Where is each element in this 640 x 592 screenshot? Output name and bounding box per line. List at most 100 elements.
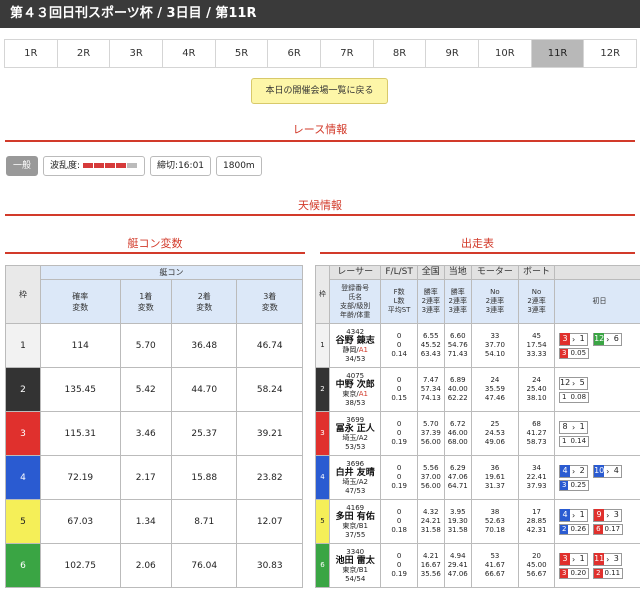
- race-tab-5R[interactable]: 5R: [215, 40, 269, 67]
- tenji-pill: 4 › 2: [559, 464, 589, 478]
- stat-value: 24: [490, 376, 500, 384]
- tenji-course: 3: [560, 553, 570, 565]
- racer-branch-text: 埼玉/A2: [342, 433, 368, 442]
- race-tab-6R[interactable]: 6R: [268, 40, 322, 67]
- stat-value: 7.47: [423, 376, 439, 384]
- tenji-rank: 5: [579, 378, 585, 387]
- stat-cell: 6.60 54.76 71.43: [443, 323, 472, 368]
- kcon-first-cell: 5.70: [119, 323, 173, 368]
- race-tab-1R[interactable]: 1R: [5, 40, 58, 67]
- racer-name[interactable]: 谷野 錬志: [330, 336, 380, 346]
- stat-value: 49.06: [484, 438, 505, 446]
- stat-cell: 20 45.00 56.67: [518, 543, 555, 588]
- racer-age: 34/53: [345, 354, 366, 363]
- tenji-st-time: 0.26: [570, 524, 587, 533]
- race-tab-8R[interactable]: 8R: [373, 40, 427, 67]
- race-tab-11R[interactable]: 11R: [531, 40, 585, 67]
- racer-age: 37/55: [345, 530, 366, 539]
- wave-bar: [116, 163, 127, 168]
- racer-name[interactable]: 多田 有佑: [330, 512, 380, 522]
- racer-cell[interactable]: 3699 冨永 正人 埼玉/A2 53/53: [328, 411, 382, 456]
- racer-name[interactable]: 冨永 正人: [330, 424, 380, 434]
- chevron-right-icon: ›: [572, 554, 576, 564]
- fl-st-cell: 0 0 0.19: [380, 455, 418, 500]
- kcon-second-cell: 8.71: [170, 499, 238, 544]
- section-weather: 天候情報: [298, 199, 342, 212]
- fl-st-value: 0: [396, 552, 402, 560]
- tenji-row: 3 › 1 3 0.05 12 › 6: [559, 332, 640, 359]
- race-tab-3R[interactable]: 3R: [110, 40, 164, 67]
- entry-row: 6 3340 池田 雷太 東京/B1 54/54 0 0 0.19 4.21 16.67 35.56…: [315, 543, 640, 588]
- race-tab-2R[interactable]: 2R: [57, 40, 111, 67]
- kcon-prob-cell: 72.19: [40, 455, 121, 500]
- chevron-right-icon: ›: [606, 510, 610, 520]
- tenji-pill: 3 › 1: [559, 552, 589, 566]
- tenji-row: 4 › 2 3 0.25 10 › 4: [559, 464, 640, 491]
- tenji-rank: 1: [579, 554, 585, 563]
- kcon-second-cell: 15.88: [170, 455, 238, 500]
- racer-branch-text: 静岡/: [342, 345, 359, 354]
- race-tab-4R[interactable]: 4R: [163, 40, 216, 67]
- kcon-col-header: 2着 変数: [170, 279, 238, 324]
- kcon-col-header: 確率 変数: [40, 279, 121, 324]
- tenji-course: 3: [560, 333, 570, 345]
- back-to-venues-button[interactable]: 本日の開催会場一覧に戻る: [251, 78, 388, 104]
- racer-name[interactable]: 池田 雷太: [330, 556, 380, 566]
- racer-branch-text: 埼玉/A2: [342, 477, 368, 486]
- stat-value: 37.39: [420, 429, 441, 437]
- kcon-table: 枠 艇コン 確率 変数 1着 変数 2着 変数 3着 変数 1 114 5.70 36.48…: [5, 265, 303, 588]
- stat-value: 38.10: [526, 394, 547, 402]
- fl-st-value: 0.15: [391, 394, 407, 402]
- fl-st-value: 0.19: [391, 482, 407, 490]
- tenji-cell: 3 › 1 3 0.05 12 › 6: [554, 323, 640, 368]
- stat-value: 71.43: [447, 350, 468, 358]
- fl-st-cell: 0 0 0.15: [380, 367, 418, 412]
- waku-cell: 3: [5, 411, 41, 456]
- race-tab-9R[interactable]: 9R: [426, 40, 480, 67]
- racer-cell[interactable]: 3696 白井 友晴 埼玉/A2 47/53: [328, 455, 382, 500]
- stat-cell: 5.70 37.39 56.00: [416, 411, 445, 456]
- stat-value: 25.40: [526, 385, 547, 393]
- racer-name[interactable]: 中野 次郎: [330, 380, 380, 390]
- race-tab-7R[interactable]: 7R: [321, 40, 374, 67]
- entries-header: F/L/ST: [380, 265, 418, 280]
- race-tab-10R[interactable]: 10R: [479, 40, 532, 67]
- tenji-st: 1 0.14: [559, 435, 590, 447]
- racer-age: 47/53: [345, 486, 366, 495]
- stat-value: 41.67: [484, 561, 505, 569]
- stat-value: 47.06: [447, 570, 468, 578]
- fl-st-value: 0: [396, 464, 402, 472]
- tenji-result: 9 › 3 6 0.17: [593, 508, 624, 535]
- fl-st-value: 0: [396, 376, 402, 384]
- stat-value: 4.32: [423, 508, 439, 516]
- kcon-first-cell: 5.42: [119, 367, 173, 412]
- racer-cell[interactable]: 4169 多田 有佑 東京/B1 37/55: [328, 499, 382, 544]
- tenji-pill: 8 › 1: [559, 420, 589, 434]
- divider: [5, 140, 635, 142]
- tenji-course: 11: [594, 553, 605, 565]
- tenji-course: 9: [594, 509, 605, 521]
- entry-row: 4 3696 白井 友晴 埼玉/A2 47/53 0 0 0.19 5.56 37.00 56.00…: [315, 455, 640, 500]
- stat-value: 24: [532, 376, 541, 384]
- stat-cell: 7.47 57.34 74.13: [416, 367, 445, 412]
- tenji-rank: 1: [579, 422, 585, 431]
- kcon-third-cell: 30.83: [236, 543, 303, 588]
- racer-cell[interactable]: 3340 池田 雷太 東京/B1 54/54: [328, 543, 382, 588]
- tenji-pill: 11 › 3: [593, 552, 623, 566]
- tenji-pill: 12 › 6: [593, 332, 623, 346]
- stat-value: 66.67: [484, 570, 505, 578]
- racer-name[interactable]: 白井 友晴: [330, 468, 380, 478]
- racer-cell[interactable]: 4075 中野 次郎 東京/A1 38/53: [328, 367, 382, 412]
- tenji-st: 3 0.20: [559, 567, 590, 579]
- tenji-pill: 12 › 5: [559, 376, 589, 390]
- kcon-row: 3 115.31 3.46 25.37 39.21: [5, 411, 303, 456]
- stat-value: 37.93: [526, 482, 547, 490]
- tenji-st-course: 1: [562, 436, 567, 445]
- racer-cell[interactable]: 4342 谷野 錬志 静岡/A1 34/53: [328, 323, 382, 368]
- tenji-st-course: 2: [594, 568, 603, 578]
- stat-value: 38: [490, 508, 500, 516]
- stat-value: 25: [490, 420, 500, 428]
- race-tabs: 1R 2R 3R 4R 5R 6R 7R 8R 9R 10R 11R 12R: [4, 39, 637, 68]
- stat-cell: 53 41.67 66.67: [470, 543, 520, 588]
- race-tab-12R[interactable]: 12R: [584, 40, 637, 67]
